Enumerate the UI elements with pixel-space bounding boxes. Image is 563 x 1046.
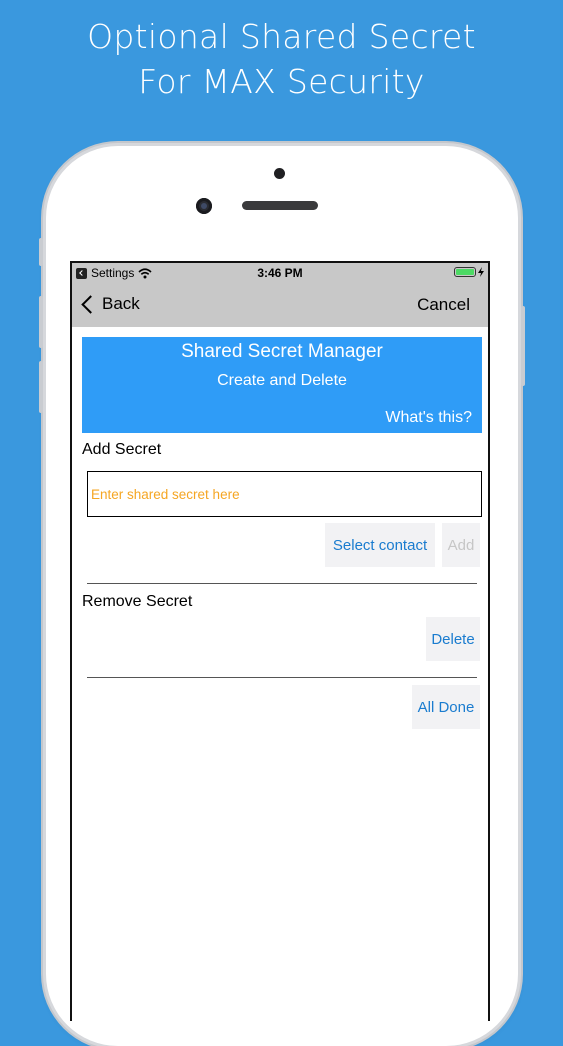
- navigation-bar: Back Cancel: [72, 283, 488, 327]
- all-done-button[interactable]: All Done: [412, 685, 480, 729]
- add-secret-heading: Add Secret: [82, 441, 162, 458]
- back-button-label: Back: [102, 294, 140, 313]
- divider: [87, 583, 477, 584]
- promo-headline: Optional Shared Secret For MAX Security: [0, 14, 563, 104]
- mute-switch: [39, 238, 43, 266]
- power-button: [521, 306, 525, 386]
- status-time: 3:46 PM: [257, 266, 303, 280]
- cancel-button[interactable]: Cancel: [417, 295, 470, 315]
- header-banner: Shared Secret Manager Create and Delete …: [82, 337, 482, 433]
- chevron-left-icon: [81, 295, 100, 314]
- proximity-sensor: [274, 168, 285, 179]
- volume-down-button: [39, 361, 43, 413]
- phone-screen: Settings 3:46 PM Back Cancel Shared Secr…: [70, 261, 490, 1021]
- banner-title: Shared Secret Manager: [181, 341, 383, 362]
- volume-up-button: [39, 296, 43, 348]
- earpiece-speaker: [242, 201, 318, 210]
- select-contact-button[interactable]: Select contact: [325, 523, 435, 567]
- divider: [87, 677, 477, 678]
- battery-icon: [454, 267, 476, 277]
- delete-button[interactable]: Delete: [426, 617, 480, 661]
- shared-secret-input[interactable]: [87, 471, 482, 517]
- status-bar: Settings 3:46 PM: [72, 263, 488, 283]
- promo-headline-line2: For MAX Security: [138, 62, 425, 101]
- promo-headline-line1: Optional Shared Secret: [87, 17, 476, 56]
- add-button[interactable]: Add: [442, 523, 480, 567]
- front-camera-icon: [196, 198, 212, 214]
- banner-subtitle: Create and Delete: [217, 372, 347, 389]
- remove-secret-heading: Remove Secret: [82, 593, 193, 610]
- status-right: [454, 267, 484, 277]
- charging-bolt-icon: [478, 267, 484, 277]
- whats-this-link[interactable]: What's this?: [385, 409, 472, 427]
- back-button[interactable]: Back: [81, 294, 140, 314]
